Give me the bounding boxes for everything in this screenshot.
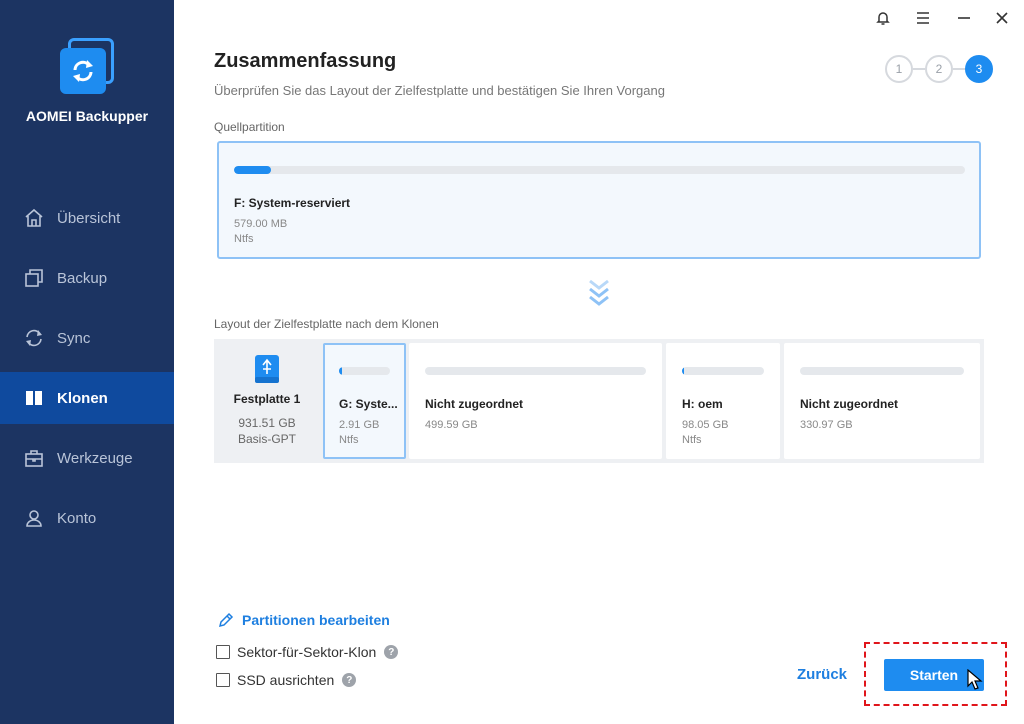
target-partition[interactable]: Nicht zugeordnet 330.97 GB	[784, 343, 980, 459]
disk-type: Basis-GPT	[237, 432, 296, 446]
sidebar: AOMEI Backupper Übersicht Backup Sync Kl…	[0, 0, 174, 724]
bell-icon[interactable]	[872, 8, 894, 28]
sidebar-item-label: Backup	[57, 269, 108, 287]
ssd-align-option: SSD ausrichten ?	[216, 672, 357, 688]
partition-filesystem: Ntfs	[339, 434, 359, 446]
sidebar-item-label: Konto	[57, 509, 97, 527]
user-icon	[24, 508, 44, 528]
help-icon[interactable]: ?	[384, 645, 399, 659]
ssd-align-label: SSD ausrichten	[237, 672, 335, 688]
sector-by-sector-label: Sektor-für-Sektor-Klon	[237, 644, 377, 660]
target-partition[interactable]: Nicht zugeordnet 499.59 GB	[409, 343, 662, 459]
pencil-icon	[218, 612, 234, 628]
partition-size: 98.05 GB	[682, 419, 729, 431]
step-connector	[913, 68, 925, 70]
partition-filesystem: Ntfs	[234, 233, 254, 245]
help-icon[interactable]: ?	[342, 673, 357, 687]
usage-bar	[234, 166, 965, 174]
usage-bar-fill	[234, 166, 271, 174]
page-title: Zusammenfassung	[214, 50, 397, 72]
step-indicator-active: 3	[965, 55, 993, 83]
step-indicator: 2	[925, 55, 953, 83]
minimize-icon[interactable]	[953, 8, 975, 28]
step-connector	[953, 68, 965, 70]
target-partition[interactable]: H: oem 98.05 GB Ntfs	[666, 343, 780, 459]
sidebar-item-account[interactable]: Konto	[0, 492, 174, 544]
sidebar-item-clone[interactable]: Klonen	[0, 372, 174, 424]
partition-name: Nicht zugeordnet	[425, 397, 523, 411]
partition-filesystem: Ntfs	[682, 434, 702, 446]
partition-size: 579.00 MB	[234, 218, 288, 230]
usage-bar	[682, 367, 764, 375]
partition-size: 330.97 GB	[800, 419, 853, 431]
sidebar-item-label: Sync	[57, 329, 91, 347]
partition-name: G: Syste...	[339, 397, 398, 411]
source-partition-card[interactable]: F: System-reserviert 579.00 MB Ntfs	[217, 141, 981, 259]
ssd-align-checkbox[interactable]	[216, 673, 230, 687]
page-subtitle: Überprüfen Sie das Layout der Zielfestpl…	[214, 83, 665, 98]
close-icon[interactable]	[991, 8, 1013, 28]
toolbox-icon	[24, 448, 44, 468]
sidebar-item-sync[interactable]: Sync	[0, 312, 174, 364]
source-label: Quellpartition	[214, 120, 285, 134]
sidebar-item-backup[interactable]: Backup	[0, 252, 174, 304]
step-indicator: 1	[885, 55, 913, 83]
app-logo-icon	[58, 38, 116, 96]
sidebar-item-label: Klonen	[57, 389, 108, 407]
double-chevron-down-icon	[588, 278, 610, 310]
backup-icon	[24, 268, 44, 288]
partition-name: Nicht zugeordnet	[800, 397, 898, 411]
edit-partitions-label: Partitionen bearbeiten	[242, 612, 390, 628]
partition-size: 499.59 GB	[425, 419, 478, 431]
target-label: Layout der Zielfestplatte nach dem Klone…	[214, 317, 439, 331]
partition-name: F: System-reserviert	[234, 196, 351, 210]
target-disk-info: Festplatte 1 931.51 GB Basis-GPT	[214, 339, 320, 463]
edit-partitions-link[interactable]: Partitionen bearbeiten	[218, 612, 390, 628]
home-icon	[24, 208, 44, 228]
sector-by-sector-checkbox[interactable]	[216, 645, 230, 659]
disk-size: 931.51 GB	[238, 416, 296, 430]
partition-name: H: oem	[682, 397, 723, 411]
sync-icon	[24, 328, 44, 348]
usage-bar	[800, 367, 964, 375]
clone-icon	[24, 388, 44, 408]
sector-by-sector-option: Sektor-für-Sektor-Klon ?	[216, 644, 399, 660]
sidebar-item-tools[interactable]: Werkzeuge	[0, 432, 174, 484]
target-partition[interactable]: G: Syste... 2.91 GB Ntfs	[323, 343, 406, 459]
sidebar-item-label: Übersicht	[57, 209, 121, 227]
sidebar-item-label: Werkzeuge	[57, 449, 133, 467]
usage-bar	[425, 367, 646, 375]
back-button[interactable]: Zurück	[797, 666, 847, 683]
sidebar-item-overview[interactable]: Übersicht	[0, 192, 174, 244]
mouse-cursor-icon	[967, 668, 983, 691]
usb-drive-icon	[255, 355, 279, 383]
menu-icon[interactable]	[912, 8, 934, 28]
app-name: AOMEI Backupper	[25, 108, 149, 124]
disk-name: Festplatte 1	[233, 392, 301, 406]
usage-bar	[339, 367, 390, 375]
partition-size: 2.91 GB	[339, 419, 380, 431]
